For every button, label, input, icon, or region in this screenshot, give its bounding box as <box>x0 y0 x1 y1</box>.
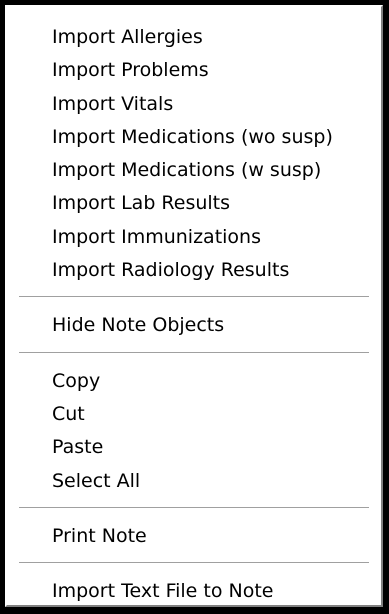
menu-separator <box>19 351 369 356</box>
menu-item-import-medications-w-susp[interactable]: Import Medications (w susp) <box>7 154 381 187</box>
menu-item-copy[interactable]: Copy <box>7 365 381 398</box>
menu-item-import-immunizations[interactable]: Import Immunizations <box>7 221 381 254</box>
menu-item-import-medications-wo-susp[interactable]: Import Medications (wo susp) <box>7 121 381 154</box>
menu-item-import-allergies[interactable]: Import Allergies <box>7 21 381 54</box>
menu-separator <box>19 562 369 567</box>
menu-separator <box>19 296 369 301</box>
menu-item-import-problems[interactable]: Import Problems <box>7 54 381 87</box>
menu-separator <box>19 506 369 511</box>
menu-item-import-vitals[interactable]: Import Vitals <box>7 88 381 121</box>
menu-item-paste[interactable]: Paste <box>7 431 381 464</box>
menu-item-print-note[interactable]: Print Note <box>7 520 381 553</box>
context-menu: Import Allergies Import Problems Import … <box>0 0 389 614</box>
menu-item-import-lab-results[interactable]: Import Lab Results <box>7 187 381 220</box>
menu-item-select-all[interactable]: Select All <box>7 465 381 498</box>
menu-item-import-text-file-to-note[interactable]: Import Text File to Note <box>7 575 381 608</box>
menu-item-hide-note-objects[interactable]: Hide Note Objects <box>7 309 381 342</box>
context-menu-body: Import Allergies Import Problems Import … <box>5 5 383 607</box>
menu-item-import-radiology-results[interactable]: Import Radiology Results <box>7 254 381 287</box>
menu-item-cut[interactable]: Cut <box>7 398 381 431</box>
